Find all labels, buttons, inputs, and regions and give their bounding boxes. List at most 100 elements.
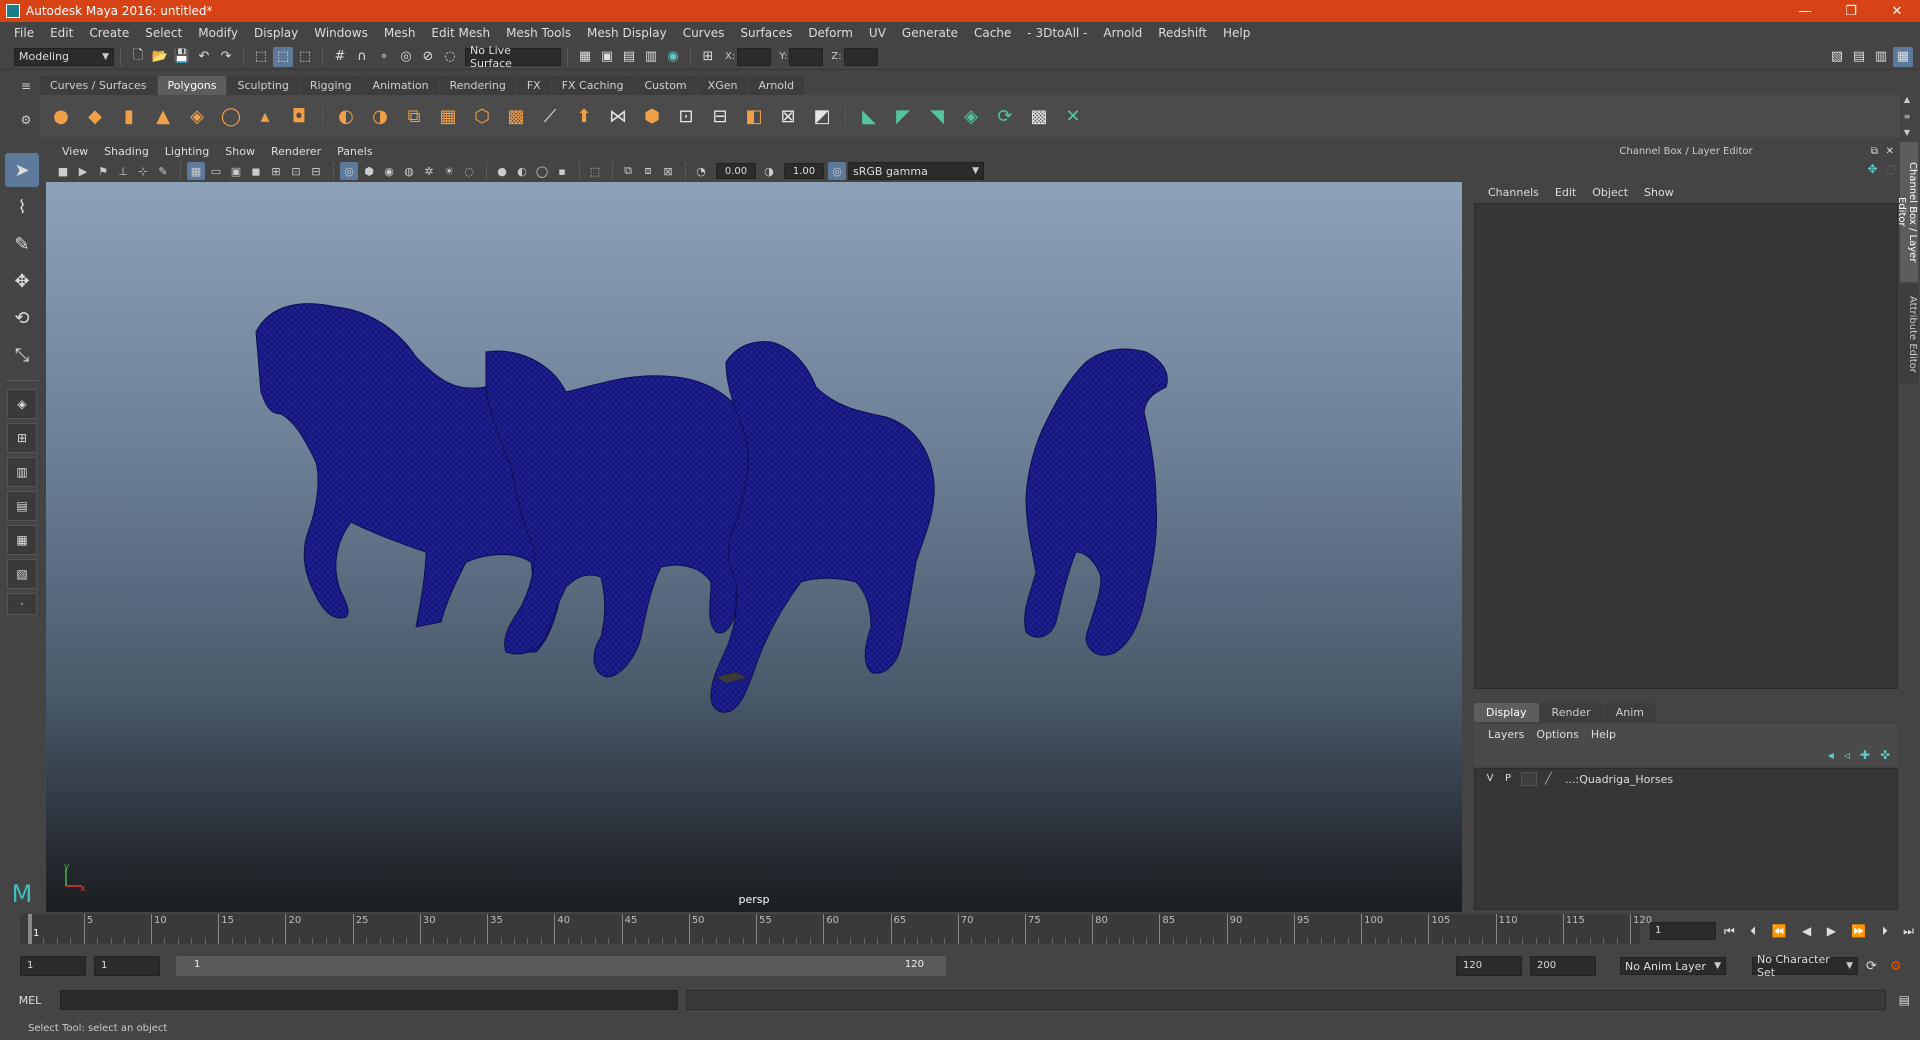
menu-surfaces[interactable]: Surfaces — [732, 26, 800, 40]
layer-row[interactable]: V P ╱ ...:Quadriga_Horses — [1475, 769, 1897, 789]
shelf-menu-icon[interactable]: ≡ — [14, 79, 38, 93]
layer-display-type[interactable] — [1521, 772, 1537, 786]
preferences-icon[interactable]: ⚙ — [1890, 959, 1902, 974]
safe-action-icon[interactable]: ⊡ — [287, 162, 305, 180]
persp-hypershade-layout-icon[interactable]: ▦ — [7, 525, 37, 555]
grid-icon[interactable]: ▦ — [187, 162, 205, 180]
layer-visibility-toggle[interactable]: V — [1481, 771, 1499, 787]
play-backwards-icon[interactable]: ◀ — [1802, 924, 1811, 938]
shelf-tab-fx-caching[interactable]: FX Caching — [551, 76, 634, 95]
combine-icon[interactable]: ◐ — [332, 102, 360, 130]
cb-menu-show[interactable]: Show — [1636, 186, 1682, 199]
layer-tab-render[interactable]: Render — [1539, 703, 1603, 722]
anim-layer-dropdown[interactable]: No Anim Layer ▼ — [1620, 957, 1726, 975]
scale-tool-icon[interactable]: ⤡ — [5, 338, 39, 372]
open-scene-icon[interactable]: 📂 — [150, 47, 170, 67]
gate-mask-icon[interactable]: ◼ — [247, 162, 265, 180]
snap-surface-icon[interactable]: ◌ — [440, 47, 460, 67]
shelf-tab-animation[interactable]: Animation — [362, 76, 439, 95]
shelf-scroll[interactable]: ▲ ≡ ▼ — [1900, 95, 1914, 137]
mirror-icon[interactable]: ▩ — [502, 102, 530, 130]
current-frame-field[interactable]: 1 — [1650, 922, 1716, 940]
paint-select-tool-icon[interactable]: ✎ — [5, 227, 39, 261]
two-d-pan-zoom-icon[interactable]: ⊹ — [134, 162, 152, 180]
camera-based-uv-icon[interactable]: ⟳ — [991, 102, 1019, 130]
safe-title-icon[interactable]: ⊟ — [307, 162, 325, 180]
side-tab-attribute-editor[interactable]: Attribute Editor — [1900, 284, 1918, 384]
menu-cache[interactable]: Cache — [966, 26, 1019, 40]
menu-display[interactable]: Display — [246, 26, 306, 40]
minimize-button[interactable]: — — [1782, 4, 1828, 19]
menu-select[interactable]: Select — [137, 26, 190, 40]
smooth-shade-icon[interactable]: ⬢ — [360, 162, 378, 180]
panel-menu-show[interactable]: Show — [217, 145, 263, 158]
isolate-select-icon[interactable]: ⬚ — [586, 162, 604, 180]
undo-icon[interactable]: ↶ — [194, 47, 214, 67]
poly-pyramid-icon[interactable]: ▴ — [251, 102, 279, 130]
render-settings-icon[interactable]: ▥ — [641, 47, 661, 67]
four-view-layout-icon[interactable]: ⊞ — [7, 423, 37, 453]
step-forward-key-icon[interactable]: ⏩ — [1851, 924, 1866, 938]
more-layouts-icon[interactable]: · — [7, 593, 37, 615]
poly-cone-icon[interactable]: ▲ — [149, 102, 177, 130]
float-panel-icon[interactable]: ⧉ — [1871, 146, 1878, 157]
attribute-editor-toggle-icon[interactable]: ▤ — [1849, 47, 1869, 67]
shelf-settings-icon[interactable]: ⚙ — [14, 113, 38, 127]
automatic-uv-icon[interactable]: ◈ — [957, 102, 985, 130]
gamma-icon[interactable]: ◑ — [760, 162, 778, 180]
menu-edit-mesh[interactable]: Edit Mesh — [423, 26, 498, 40]
screen-space-ao-icon[interactable]: ● — [493, 162, 511, 180]
render-view-icon[interactable]: ▦ — [575, 47, 595, 67]
animation-end-field[interactable]: 200 — [1530, 956, 1596, 976]
wireframe-on-shaded-icon[interactable]: ◍ — [400, 162, 418, 180]
shelf-tab-custom[interactable]: Custom — [634, 76, 697, 95]
character-set-dropdown[interactable]: No Character Set ▼ — [1752, 953, 1858, 979]
layer-name[interactable]: ...:Quadriga_Horses — [1565, 773, 1673, 786]
ipr-render-icon[interactable]: ▤ — [619, 47, 639, 67]
insert-edge-loop-icon[interactable]: ⊟ — [706, 102, 734, 130]
mel-command-input[interactable] — [60, 990, 678, 1010]
shelf-tab-arnold[interactable]: Arnold — [748, 76, 805, 95]
xray-icon[interactable]: ⧉ — [619, 162, 637, 180]
boolean-icon[interactable]: ⬡ — [468, 102, 496, 130]
shelf-tab-polygons[interactable]: Polygons — [157, 76, 227, 95]
step-back-key-icon[interactable]: ⏪ — [1772, 924, 1787, 938]
menu-edit[interactable]: Edit — [42, 26, 81, 40]
new-scene-icon[interactable]: 🗋 — [128, 47, 148, 67]
tool-settings-icon[interactable]: ▥ — [1871, 47, 1891, 67]
panel-menu-shading[interactable]: Shading — [96, 145, 157, 158]
playback-start-field[interactable]: 1 — [94, 956, 160, 976]
spherical-uv-icon[interactable]: ◥ — [923, 102, 951, 130]
shelf-menu-icon[interactable]: ≡ — [1904, 112, 1911, 121]
anti-aliasing-icon[interactable]: ◯ — [533, 162, 551, 180]
new-layer-from-selected-icon[interactable]: ✜ — [1880, 748, 1890, 762]
snap-grid-icon[interactable]: # — [330, 47, 350, 67]
persp-graph-layout-icon[interactable]: ▤ — [7, 491, 37, 521]
film-gate-icon[interactable]: ▭ — [207, 162, 225, 180]
append-polygon-icon[interactable]: ⊡ — [672, 102, 700, 130]
target-weld-icon[interactable]: ⊠ — [774, 102, 802, 130]
cb-menu-channels[interactable]: Channels — [1480, 186, 1547, 199]
layer-tab-anim[interactable]: Anim — [1603, 703, 1656, 722]
select-object-icon[interactable]: ⬚ — [273, 46, 293, 67]
panel-menu-panels[interactable]: Panels — [329, 145, 380, 158]
move-layer-down-icon[interactable]: ◃ — [1844, 748, 1850, 762]
mel-language-toggle[interactable]: MEL — [0, 994, 60, 1007]
panel-menu-lighting[interactable]: Lighting — [157, 145, 217, 158]
single-perspective-layout-icon[interactable]: ◈ — [7, 389, 37, 419]
shelf-tab-sculpting[interactable]: Sculpting — [227, 76, 299, 95]
scroll-down-icon[interactable]: ▼ — [1904, 128, 1910, 137]
step-back-frame-icon[interactable]: ⏴ — [1750, 924, 1756, 939]
xray-active-components-icon[interactable]: ⊠ — [659, 162, 677, 180]
separate-icon[interactable]: ◑ — [366, 102, 394, 130]
redo-icon[interactable]: ↷ — [216, 47, 236, 67]
wireframe-icon[interactable]: ◎ — [340, 162, 358, 180]
use-all-lights-icon[interactable]: ☀ — [440, 162, 458, 180]
new-layer-icon[interactable]: ✚ — [1860, 748, 1870, 762]
panel-menu-renderer[interactable]: Renderer — [263, 145, 329, 158]
move-tool-icon[interactable]: ✥ — [5, 264, 39, 298]
resolution-gate-icon[interactable]: ▣ — [227, 162, 245, 180]
menu-file[interactable]: File — [6, 26, 42, 40]
camera-attributes-icon[interactable]: ▶ — [74, 162, 92, 180]
manipulator-icon[interactable]: ✥ — [1867, 162, 1877, 180]
